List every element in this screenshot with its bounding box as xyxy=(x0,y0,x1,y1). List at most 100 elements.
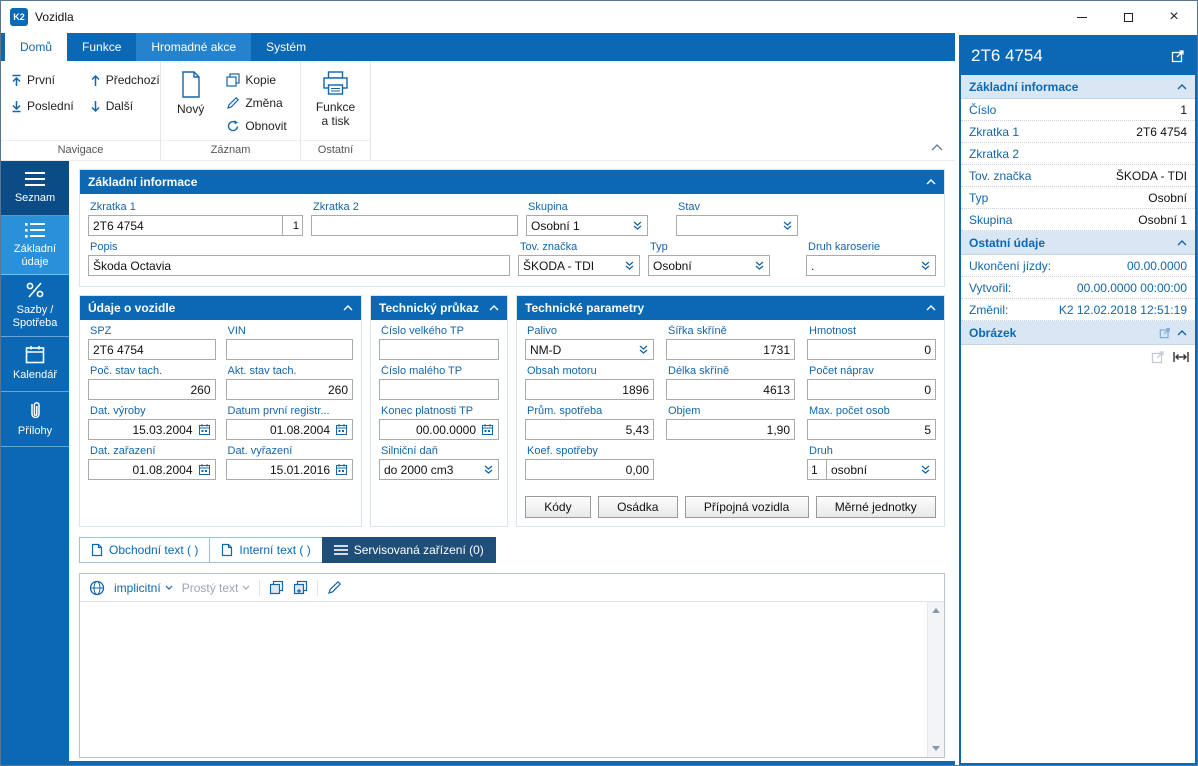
calendar-icon[interactable] xyxy=(197,463,212,476)
globe-icon[interactable] xyxy=(89,580,105,596)
dropdown-icon[interactable] xyxy=(918,260,932,271)
ribbon-tab-system[interactable]: Systém xyxy=(251,33,321,61)
obsah-motoru-input[interactable]: 1896 xyxy=(525,379,654,400)
akt-stav-tach-input[interactable]: 260 xyxy=(225,379,353,400)
detail-section-ostatni-udaje[interactable]: Ostatní údaje xyxy=(961,231,1195,255)
panel-header-technicke-parametry[interactable]: Technické parametry xyxy=(517,296,944,320)
panel-header-udaje-o-vozidle[interactable]: Údaje o vozidle xyxy=(80,296,361,320)
dropdown-icon[interactable] xyxy=(752,260,766,271)
popis-input[interactable]: Škoda Octavia xyxy=(88,255,510,276)
tov-znacka-select[interactable]: ŠKODA - TDI xyxy=(518,255,640,276)
ribbon-tab-hromadne-akce[interactable]: Hromadné akce xyxy=(136,33,252,61)
skupina-select[interactable]: Osobní 1 xyxy=(526,215,648,236)
vin-input[interactable] xyxy=(225,339,353,360)
detail-section-obrazek[interactable]: Obrázek xyxy=(961,321,1195,345)
ribbon-tab-domu[interactable]: Domů xyxy=(5,33,68,61)
minimize-button[interactable] xyxy=(1059,1,1105,33)
scroll-down-button[interactable] xyxy=(928,740,945,757)
chevron-up-icon[interactable] xyxy=(1177,83,1187,90)
prum-spotreba-input[interactable]: 5,43 xyxy=(525,419,654,440)
tab-servisovana-zarizeni[interactable]: Servisovaná zařízení (0) xyxy=(321,537,496,563)
chevron-up-icon[interactable] xyxy=(926,179,936,185)
typ-select[interactable]: Osobní xyxy=(648,255,770,276)
dropdown-icon[interactable] xyxy=(918,464,932,475)
poc-stav-tach-input[interactable]: 260 xyxy=(88,379,216,400)
open-external-icon[interactable] xyxy=(1159,327,1171,339)
sidebar-item-prilohy[interactable]: Přílohy xyxy=(1,392,69,447)
pripojna-vozidla-button[interactable]: Přípojná vozidla xyxy=(684,496,809,518)
calendar-icon[interactable] xyxy=(197,423,212,436)
sidebar-item-sazby-spotreba[interactable]: Sazby / Spotřeba xyxy=(1,275,69,337)
sidebar-item-seznam[interactable]: Seznam xyxy=(1,161,69,216)
tab-interni-text[interactable]: Interní text ( ) xyxy=(209,537,322,563)
fit-width-icon[interactable] xyxy=(1173,351,1189,363)
panel-header-technicky-prukaz[interactable]: Technický průkaz xyxy=(371,296,507,320)
dropdown-icon[interactable] xyxy=(636,344,650,355)
osadka-button[interactable]: Osádka xyxy=(597,496,678,518)
sidebar-item-kalendar[interactable]: Kalendář xyxy=(1,337,69,392)
ribbon-tab-funkce[interactable]: Funkce xyxy=(67,33,136,61)
konec-platnosti-tp-input[interactable]: 00.00.0000 xyxy=(379,419,499,440)
kody-button[interactable]: Kódy xyxy=(525,496,591,518)
edit-button[interactable]: Změna xyxy=(226,96,286,110)
dropdown-icon[interactable] xyxy=(481,464,495,475)
new-record-button[interactable]: Nový xyxy=(171,70,210,117)
delka-skrine-input[interactable]: 4613 xyxy=(666,379,795,400)
datum-prvni-registrace-input[interactable]: 01.08.2004 xyxy=(225,419,353,440)
functions-print-button[interactable]: Funkce a tisk xyxy=(310,70,361,130)
scroll-up-button[interactable] xyxy=(928,602,945,619)
zkratka2-input[interactable] xyxy=(311,215,518,236)
dat-vyroby-input[interactable]: 15.03.2004 xyxy=(88,419,216,440)
last-record-button[interactable]: Poslední xyxy=(11,99,74,113)
stav-select[interactable] xyxy=(676,215,798,236)
text-mode-select[interactable]: Prostý text xyxy=(182,581,251,595)
chevron-up-icon[interactable] xyxy=(343,305,353,311)
objem-input[interactable]: 1,90 xyxy=(666,419,795,440)
cislo-velkeho-tp-input[interactable] xyxy=(379,339,499,360)
tab-obchodni-text[interactable]: Obchodní text ( ) xyxy=(79,537,210,563)
first-record-button[interactable]: První xyxy=(11,73,74,87)
dropdown-icon[interactable] xyxy=(780,220,794,231)
calendar-icon[interactable] xyxy=(480,423,495,436)
chevron-up-icon[interactable] xyxy=(489,305,499,311)
detail-section-zakladni-informace[interactable]: Základní informace xyxy=(961,75,1195,99)
copy-add-icon[interactable] xyxy=(293,580,308,595)
zkratka1-input[interactable]: 2T6 4754 xyxy=(88,215,283,236)
maximize-button[interactable] xyxy=(1105,1,1151,33)
chevron-up-icon[interactable] xyxy=(1177,239,1187,246)
merne-jednotky-button[interactable]: Měrné jednotky xyxy=(815,496,937,518)
chevron-up-icon[interactable] xyxy=(926,305,936,311)
spz-input[interactable]: 2T6 4754 xyxy=(88,339,216,360)
language-select[interactable]: implicitní xyxy=(114,581,173,595)
calendar-icon[interactable] xyxy=(334,463,349,476)
open-external-icon[interactable] xyxy=(1171,49,1185,63)
silnicni-dan-select[interactable]: do 2000 cm3 xyxy=(379,459,499,480)
collapse-ribbon-button[interactable] xyxy=(931,140,943,154)
refresh-button[interactable]: Obnovit xyxy=(226,119,287,133)
chevron-up-icon[interactable] xyxy=(1177,329,1187,336)
dat-vyrazeni-input[interactable]: 15.01.2016 xyxy=(225,459,353,480)
cislo-maleho-tp-input[interactable] xyxy=(379,379,499,400)
copy-button[interactable]: Kopie xyxy=(226,73,286,87)
copy-text-icon[interactable] xyxy=(269,580,284,595)
palivo-select[interactable]: NM-D xyxy=(525,339,654,360)
calendar-icon[interactable] xyxy=(334,423,349,436)
edit-text-pencil-icon[interactable] xyxy=(327,580,342,595)
sidebar-item-zakladni-udaje[interactable]: Základní údaje xyxy=(1,216,69,276)
koef-spotreby-input[interactable]: 0,00 xyxy=(525,459,654,480)
druh-karoserie-select[interactable]: . xyxy=(806,255,936,276)
dropdown-icon[interactable] xyxy=(630,220,644,231)
open-image-external-icon[interactable] xyxy=(1151,350,1165,364)
pocet-naprav-input[interactable]: 0 xyxy=(807,379,936,400)
druh-select[interactable]: osobní xyxy=(827,459,936,480)
previous-record-button[interactable]: Předchozí xyxy=(90,73,160,87)
hmotnost-input[interactable]: 0 xyxy=(807,339,936,360)
vertical-scrollbar[interactable] xyxy=(927,602,944,757)
close-button[interactable]: × xyxy=(1151,1,1197,33)
section-header-zakladni-informace[interactable]: Základní informace xyxy=(80,170,944,194)
next-record-button[interactable]: Další xyxy=(90,99,160,113)
sirka-skrine-input[interactable]: 1731 xyxy=(666,339,795,360)
text-content-area[interactable] xyxy=(80,602,927,757)
max-pocet-osob-input[interactable]: 5 xyxy=(807,419,936,440)
dropdown-icon[interactable] xyxy=(622,260,636,271)
